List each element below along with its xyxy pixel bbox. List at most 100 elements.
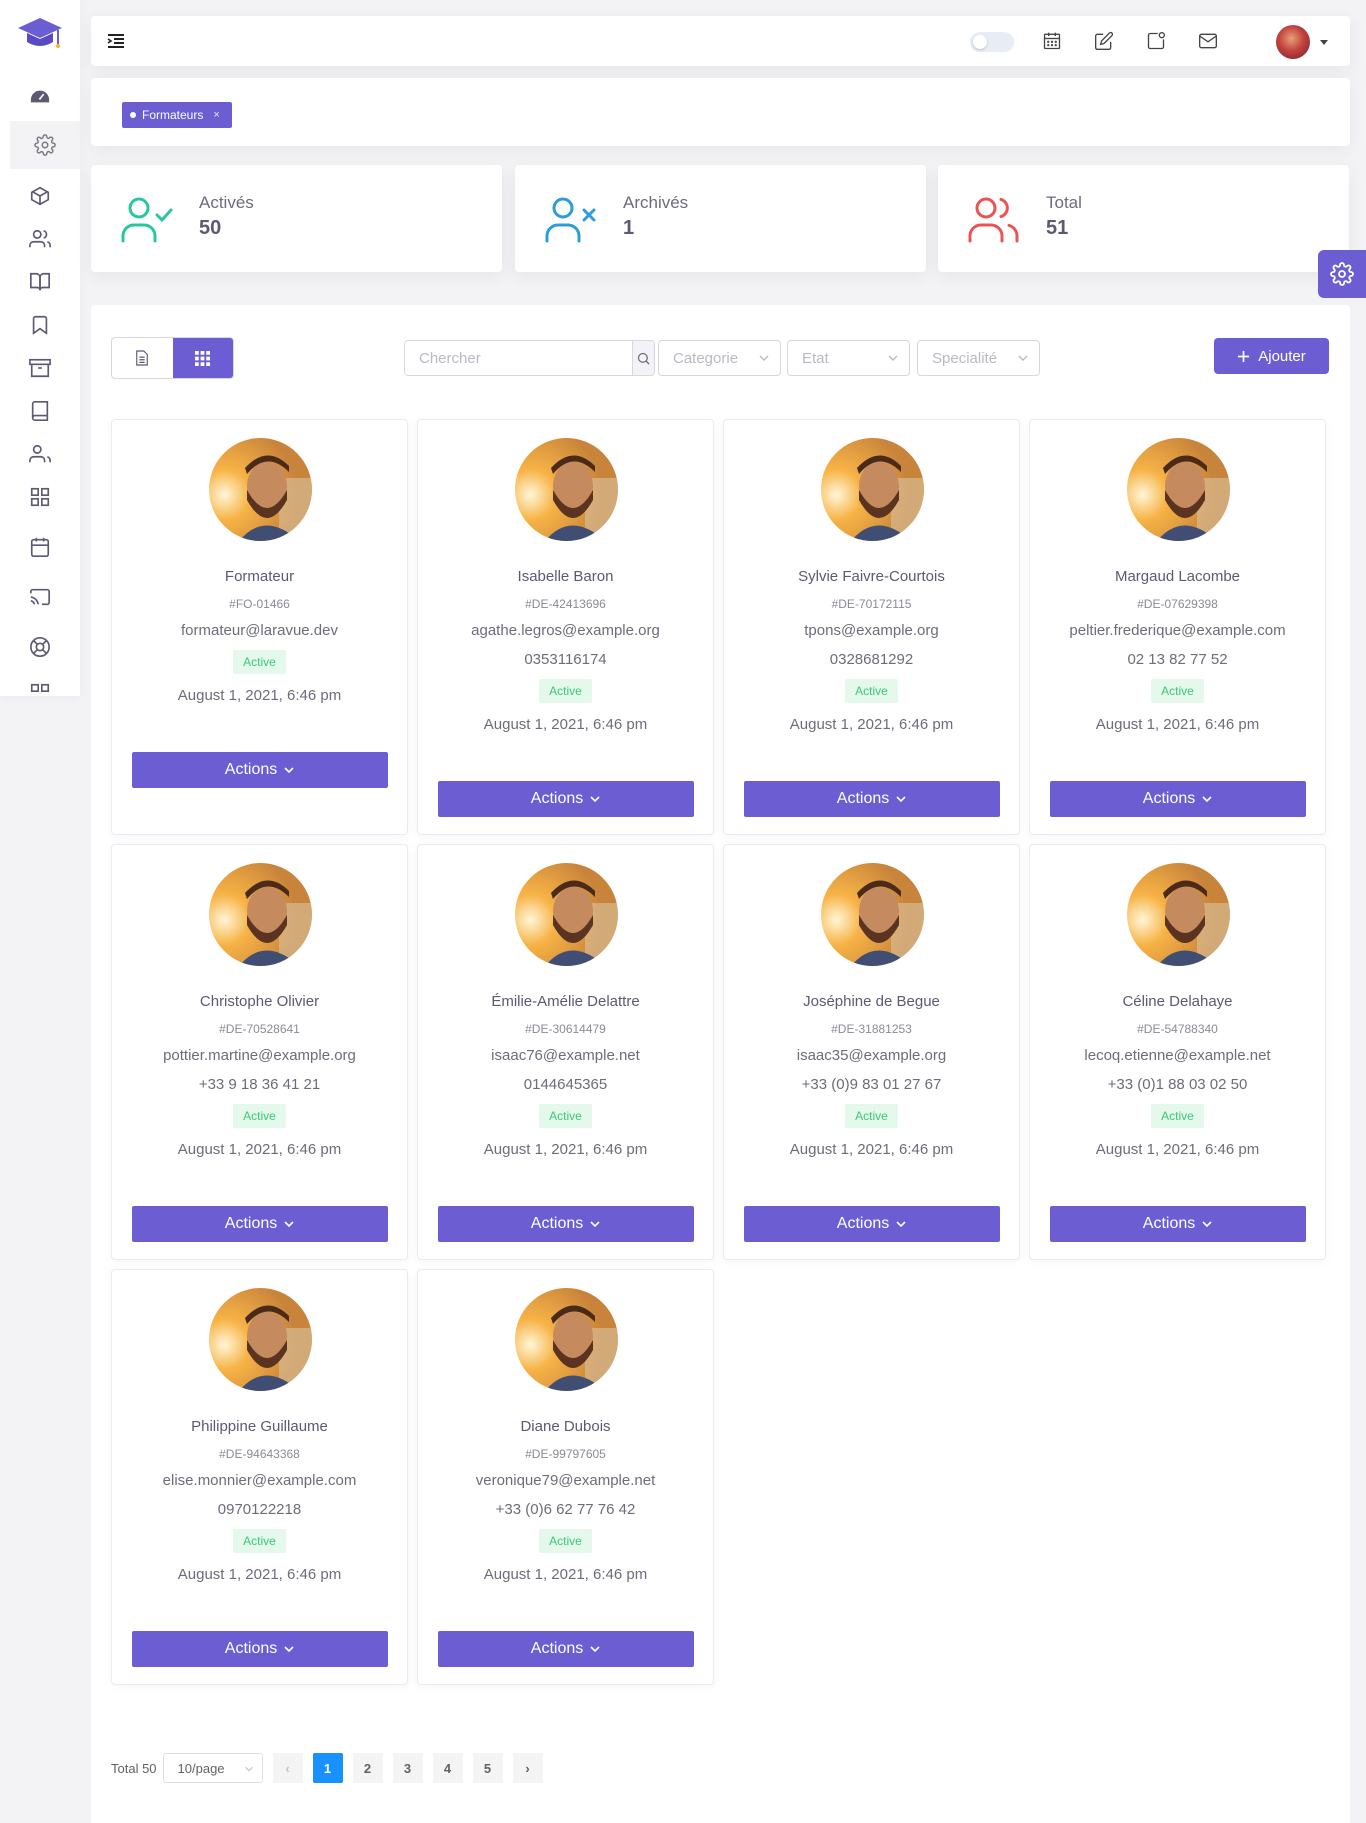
bookmark-icon[interactable]	[12, 305, 68, 345]
edit-icon[interactable]	[1092, 29, 1116, 53]
graduation-cap-logo-icon[interactable]	[14, 12, 66, 56]
trainer-date: August 1, 2021, 6:46 pm	[1095, 716, 1260, 733]
cast-icon[interactable]	[12, 577, 68, 617]
package-icon[interactable]	[12, 176, 68, 216]
dashboard-icon[interactable]	[12, 76, 68, 116]
next-page-button[interactable]: ›	[512, 1753, 543, 1783]
trainer-email: isaac76@example.net	[491, 1047, 640, 1064]
search-input[interactable]	[405, 341, 632, 375]
lifebuoy-icon[interactable]	[12, 627, 68, 667]
plus-icon	[1238, 350, 1250, 362]
chevron-down-icon	[888, 355, 898, 361]
prev-page-button[interactable]: ‹	[272, 1753, 303, 1783]
menu-toggle-icon[interactable]	[105, 30, 127, 52]
status-badge-wrap: Active	[112, 650, 407, 674]
trainer-code: #DE-30614479	[525, 1022, 606, 1036]
trainer-name: Céline Delahaye	[1122, 993, 1233, 1010]
stat-card-archived: Archivés 1	[515, 165, 926, 272]
mail-icon[interactable]	[1196, 29, 1220, 53]
add-button[interactable]: Ajouter	[1214, 338, 1329, 374]
actions-button-label: Actions	[1142, 790, 1196, 807]
actions-button[interactable]: Actions	[132, 752, 388, 788]
archive-icon[interactable]	[12, 348, 68, 388]
trainer-code: #DE-94643368	[219, 1447, 300, 1461]
status-badge: Active	[539, 1529, 592, 1553]
stat-card-total: Total 51	[938, 165, 1349, 272]
chevron-down-icon	[1202, 1221, 1212, 1228]
status-badge: Active	[845, 1104, 898, 1128]
trainer-email: formateur@laravue.dev	[181, 622, 338, 639]
close-icon[interactable]: ×	[213, 109, 219, 121]
trainer-phone: 0144645365	[523, 1076, 608, 1093]
page-size-select[interactable]: 10/page	[162, 1753, 263, 1783]
calendar-icon[interactable]	[1040, 29, 1064, 53]
filter-tag[interactable]: Formateurs ×	[122, 102, 232, 128]
settings-icon[interactable]	[10, 121, 80, 169]
specialty-select[interactable]: Specialité	[917, 340, 1040, 376]
trainers-panel: Categorie Etat Specialité Ajouter Format…	[91, 305, 1350, 1823]
users-icon[interactable]	[12, 219, 68, 259]
actions-button[interactable]: Actions	[744, 1206, 1000, 1242]
stat-label: Activés	[199, 193, 254, 212]
trainer-code: #DE-07629398	[1137, 597, 1218, 611]
user-avatar[interactable]	[1276, 25, 1310, 59]
grid-view-icon[interactable]	[172, 338, 233, 378]
trainer-date: August 1, 2021, 6:46 pm	[789, 1141, 954, 1158]
page-button[interactable]: 2	[352, 1753, 383, 1783]
trainer-date: August 1, 2021, 6:46 pm	[483, 716, 648, 733]
trainer-card: Joséphine de Begue #DE-31881253 isaac35@ex…	[723, 844, 1020, 1260]
stat-value: 1	[623, 217, 635, 239]
chevron-down-icon	[590, 796, 600, 803]
trainer-email: agathe.legros@example.org	[471, 622, 660, 639]
trainer-phone: 02 13 82 77 52	[1127, 651, 1228, 668]
page-button[interactable]: 3	[392, 1753, 423, 1783]
trainer-code: #DE-99797605	[525, 1447, 606, 1461]
actions-button-label: Actions	[530, 1215, 584, 1232]
trainer-card: Céline Delahaye #DE-54788340 lecoq.etienne…	[1029, 844, 1326, 1260]
theme-toggle[interactable]	[970, 32, 1014, 52]
pagination: Total 50 10/page ‹ 1 2 3 4 5 ›	[111, 1753, 553, 1783]
actions-button[interactable]: Actions	[438, 781, 694, 817]
settings-fab-icon[interactable]	[1318, 250, 1366, 298]
trainer-phone: 0970122218	[217, 1501, 302, 1518]
search-icon[interactable]	[632, 341, 654, 375]
status-badge-wrap: Active	[418, 1529, 713, 1553]
tag-dot	[130, 112, 136, 118]
actions-button[interactable]: Actions	[438, 1206, 694, 1242]
page-button[interactable]: 5	[472, 1753, 503, 1783]
trainer-phone: 0328681292	[829, 651, 914, 668]
users-group-icon[interactable]	[12, 434, 68, 474]
trainer-phone: +33 (0)9 83 01 27 67	[801, 1076, 942, 1093]
trainer-date: August 1, 2021, 6:46 pm	[789, 716, 954, 733]
trainer-card: Diane Dubois #DE-99797605 veronique79@exam…	[417, 1269, 714, 1685]
trainer-email: peltier.frederique@example.com	[1069, 622, 1286, 639]
list-view-icon[interactable]	[112, 338, 173, 378]
pagination-total: Total 50	[111, 1760, 157, 1776]
actions-button[interactable]: Actions	[1050, 1206, 1306, 1242]
grid-icon[interactable]	[12, 477, 68, 517]
actions-button-label: Actions	[836, 790, 890, 807]
notification-icon[interactable]	[1144, 29, 1168, 53]
chevron-down-icon[interactable]	[1320, 40, 1328, 45]
book-open-icon[interactable]	[12, 262, 68, 302]
page-button[interactable]: 4	[432, 1753, 463, 1783]
trainer-email: isaac35@example.org	[796, 1047, 947, 1064]
page-button[interactable]: 1	[312, 1753, 343, 1783]
category-select[interactable]: Categorie	[658, 340, 781, 376]
book-icon[interactable]	[12, 391, 68, 431]
actions-button[interactable]: Actions	[438, 1631, 694, 1667]
status-badge: Active	[845, 679, 898, 703]
actions-button[interactable]: Actions	[132, 1631, 388, 1667]
avatar	[821, 438, 924, 541]
avatar	[515, 438, 618, 541]
status-badge-wrap: Active	[1030, 1104, 1325, 1128]
actions-button[interactable]: Actions	[744, 781, 1000, 817]
trainer-name: Émilie-Amélie Delattre	[491, 993, 640, 1010]
calendar-icon[interactable]	[12, 527, 68, 567]
actions-button-label: Actions	[836, 1215, 890, 1232]
actions-button-label: Actions	[530, 790, 584, 807]
actions-button[interactable]: Actions	[132, 1206, 388, 1242]
apps-icon[interactable]	[12, 672, 68, 696]
state-select[interactable]: Etat	[787, 340, 910, 376]
actions-button[interactable]: Actions	[1050, 781, 1306, 817]
